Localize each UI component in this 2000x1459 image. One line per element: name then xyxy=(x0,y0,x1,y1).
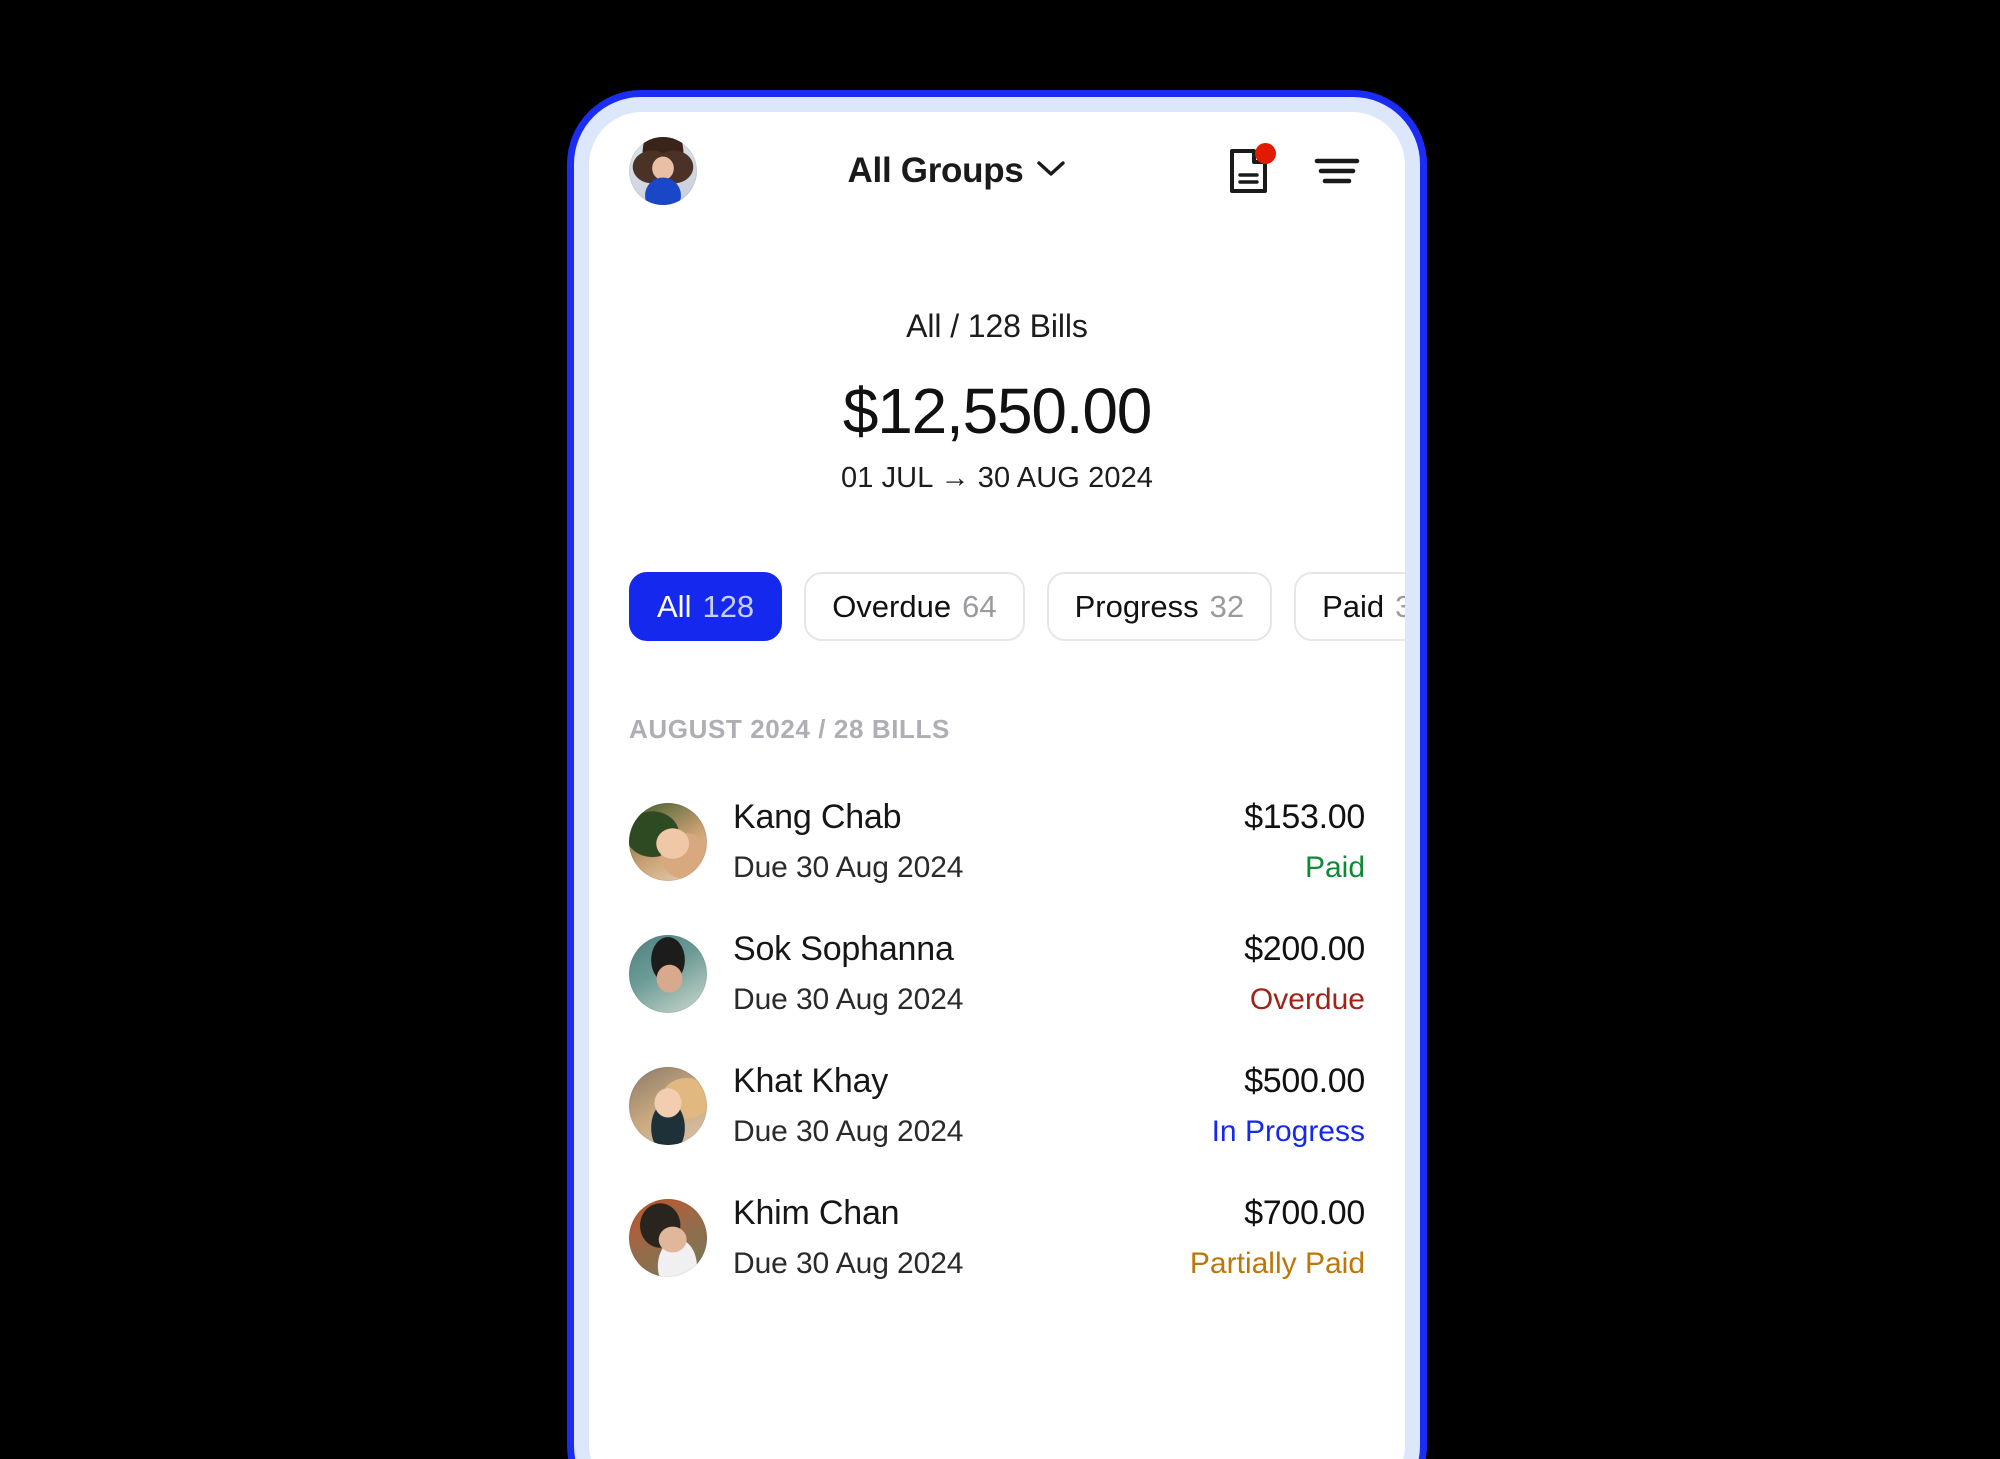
bill-due-date: Due 30 Aug 2024 xyxy=(733,851,964,884)
bill-name: Kang Chab xyxy=(733,798,902,836)
group-selector-label: All Groups xyxy=(847,151,1024,190)
bill-name: Khat Khay xyxy=(733,1062,889,1100)
bill-meta: $153.00 Paid xyxy=(1244,798,1365,885)
filter-chip-row: All 128 Overdue 64 Progress 32 Paid 32 xyxy=(589,495,1405,641)
summary-label: All / 128 Bills xyxy=(906,308,1088,344)
table-row[interactable]: Kang Chab Due 30 Aug 2024 $153.00 Paid xyxy=(629,775,1365,907)
status-badge: Paid xyxy=(1304,851,1365,884)
filter-chip-paid[interactable]: Paid 32 xyxy=(1294,572,1405,641)
phone-screen: All Groups All / 128 Bills $12,550.00 01… xyxy=(589,112,1405,1459)
bill-info: Sok Sophanna Due 30 Aug 2024 xyxy=(733,930,1218,1017)
bill-name: Sok Sophanna xyxy=(733,930,954,968)
status-badge: Partially Paid xyxy=(1189,1247,1365,1280)
screenshot-canvas: All Groups All / 128 Bills $12,550.00 01… xyxy=(0,0,2000,1459)
bill-info: Kang Chab Due 30 Aug 2024 xyxy=(733,798,1218,885)
app-header: All Groups xyxy=(589,112,1405,230)
table-row[interactable]: Sok Sophanna Due 30 Aug 2024 $200.00 Ove… xyxy=(629,907,1365,1039)
summary-amount: $12,550.00 xyxy=(842,375,1153,447)
filter-chip-count: 32 xyxy=(1209,588,1245,624)
bill-meta: $700.00 Partially Paid xyxy=(1190,1194,1365,1281)
status-badge: Overdue xyxy=(1249,983,1365,1016)
bill-due-date: Due 30 Aug 2024 xyxy=(733,1247,964,1280)
filter-chip-progress[interactable]: Progress 32 xyxy=(1046,572,1273,641)
bill-name: Khim Chan xyxy=(733,1194,900,1232)
summary-block: All / 128 Bills $12,550.00 01 JUL → 30 A… xyxy=(589,230,1405,495)
document-icon[interactable] xyxy=(1227,143,1276,195)
header-actions xyxy=(1227,143,1361,195)
filter-chip-label: Progress xyxy=(1074,588,1199,624)
avatar xyxy=(629,802,707,881)
filter-chip-overdue[interactable]: Overdue 64 xyxy=(804,572,1025,641)
filter-chip-label: Paid xyxy=(1322,588,1385,624)
filter-chip-all[interactable]: All 128 xyxy=(629,572,783,641)
bill-meta: $500.00 In Progress xyxy=(1211,1062,1366,1149)
filter-chip-label: All xyxy=(657,588,692,624)
bill-amount: $700.00 xyxy=(1244,1194,1365,1232)
status-badge: In Progress xyxy=(1211,1115,1365,1148)
bill-list: Kang Chab Due 30 Aug 2024 $153.00 Paid S… xyxy=(589,745,1405,1303)
notification-badge xyxy=(1255,143,1276,164)
bill-due-date: Due 30 Aug 2024 xyxy=(733,983,964,1016)
bill-info: Khat Khay Due 30 Aug 2024 xyxy=(733,1062,1186,1149)
phone-frame: All Groups All / 128 Bills $12,550.00 01… xyxy=(567,90,1427,1459)
summary-date-range: 01 JUL → 30 AUG 2024 xyxy=(840,462,1154,494)
chevron-down-icon xyxy=(1036,160,1066,183)
bill-meta: $200.00 Overdue xyxy=(1244,930,1365,1017)
section-header: AUGUST 2024 / 28 BILLS xyxy=(629,714,950,744)
filter-chip-count: 64 xyxy=(962,588,997,624)
avatar xyxy=(629,1066,707,1145)
bill-due-date: Due 30 Aug 2024 xyxy=(733,1115,964,1148)
phone-bezel: All Groups All / 128 Bills $12,550.00 01… xyxy=(574,97,1420,1459)
bill-info: Khim Chan Due 30 Aug 2024 xyxy=(733,1194,1164,1281)
avatar xyxy=(629,934,707,1013)
table-row[interactable]: Khat Khay Due 30 Aug 2024 $500.00 In Pro… xyxy=(629,1039,1365,1171)
avatar xyxy=(629,1198,707,1277)
filter-chip-count: 32 xyxy=(1395,588,1405,624)
bill-amount: $200.00 xyxy=(1244,930,1365,968)
bill-amount: $500.00 xyxy=(1244,1062,1365,1100)
bill-amount: $153.00 xyxy=(1244,798,1365,836)
filter-chip-count: 128 xyxy=(702,588,755,624)
menu-icon[interactable] xyxy=(1313,154,1361,188)
group-selector[interactable]: All Groups xyxy=(687,151,1227,191)
filter-chip-label: Overdue xyxy=(832,588,952,624)
table-row[interactable]: Khim Chan Due 30 Aug 2024 $700.00 Partia… xyxy=(629,1171,1365,1303)
